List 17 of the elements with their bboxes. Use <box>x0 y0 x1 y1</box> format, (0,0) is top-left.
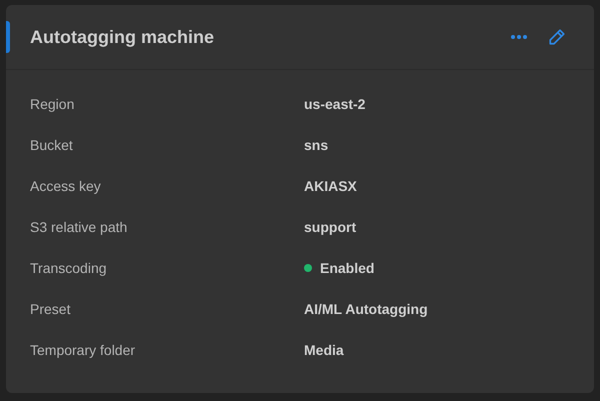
field-label: Temporary folder <box>30 342 136 358</box>
field-label: Preset <box>30 300 72 316</box>
card-title: Autotagging machine <box>30 26 215 48</box>
field-value: us-east-2 <box>304 96 366 112</box>
field-value: Media <box>304 342 345 358</box>
field-value: Enabled <box>320 260 374 276</box>
pencil-icon <box>548 28 566 46</box>
field-label: Transcoding <box>30 260 108 276</box>
field-label: Access key <box>30 178 102 194</box>
field-label: S3 relative path <box>30 218 128 234</box>
field-value: sns <box>304 136 330 152</box>
field-value: support <box>304 218 358 234</box>
field-value: AKIASX <box>304 178 358 194</box>
field-label: Region <box>30 96 76 112</box>
more-icon <box>510 34 528 40</box>
field-label: Bucket <box>30 136 74 152</box>
field-value: AI/ML Autotagging <box>304 300 429 316</box>
